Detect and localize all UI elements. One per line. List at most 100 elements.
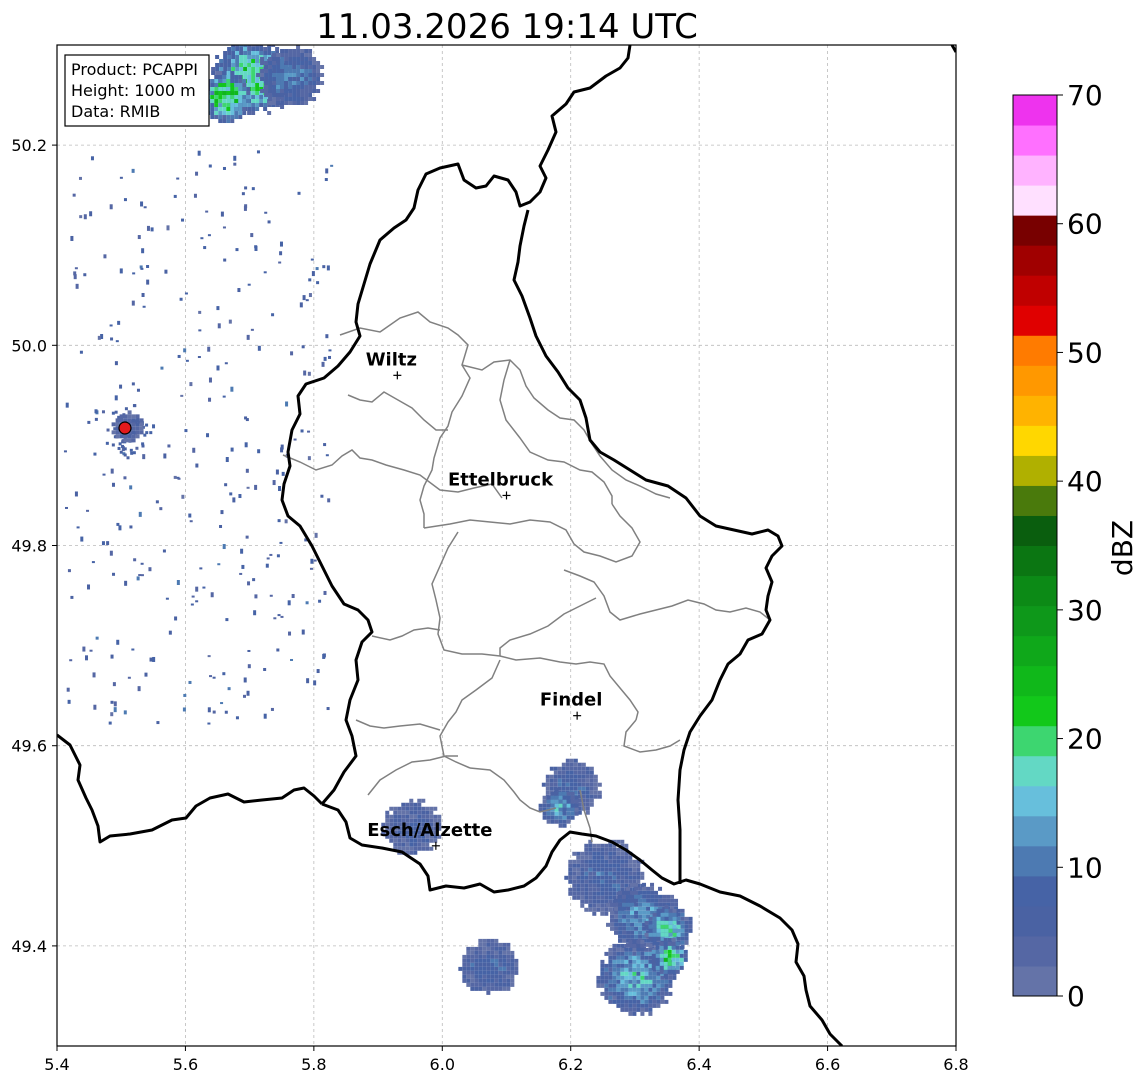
echo-pixel <box>231 58 236 63</box>
speckle-pixel <box>301 345 305 349</box>
echo-pixel <box>670 902 675 907</box>
speckle-pixel <box>271 313 275 317</box>
echo-pixel <box>684 932 689 937</box>
echo-pixel <box>546 815 551 820</box>
echo-pixel <box>652 971 657 976</box>
echo-pixel <box>557 770 562 775</box>
echo-pixel <box>636 1007 641 1012</box>
echo-pixel <box>644 951 649 956</box>
echo-pixel <box>608 971 613 976</box>
echo-pixel <box>304 73 309 77</box>
echo-pixel <box>506 954 511 959</box>
x-tick-label: 5.4 <box>44 1055 69 1074</box>
echo-pixel <box>634 902 639 907</box>
echo-pixel <box>585 806 590 811</box>
echo-pixel <box>131 422 136 427</box>
echo-pixel <box>580 899 585 904</box>
echo-pixel <box>608 875 613 880</box>
echo-pixel <box>247 102 252 107</box>
echo-pixel <box>671 965 676 970</box>
echo-pixel <box>667 937 672 942</box>
echo-pixel <box>624 967 629 972</box>
echo-pixel <box>549 766 554 771</box>
speckle-pixel <box>239 572 243 575</box>
echo-pixel <box>550 799 555 804</box>
echo-pixel <box>247 54 252 59</box>
echo-pixel <box>618 922 623 927</box>
speckle-pixel <box>269 594 273 597</box>
speckle-pixel <box>79 350 83 354</box>
echo-pixel <box>636 871 641 876</box>
echo-pixel <box>259 98 264 103</box>
speckle-pixel <box>150 227 154 232</box>
echo-pixel <box>646 910 651 915</box>
echo-pixel <box>478 970 483 975</box>
echo-pixel <box>135 426 140 431</box>
echo-pixel <box>222 91 227 96</box>
echo-pixel <box>214 115 219 120</box>
echo-pixel <box>584 895 589 900</box>
echo-pixel <box>668 912 673 917</box>
echo-pixel <box>259 94 264 99</box>
echo-pixel <box>588 899 593 904</box>
echo-pixel <box>234 83 239 88</box>
echo-pixel <box>670 894 675 899</box>
echo-pixel <box>272 97 277 101</box>
echo-pixel <box>486 978 491 983</box>
speckle-pixel <box>316 281 320 285</box>
speckle-pixel <box>167 444 171 448</box>
speckle-pixel <box>149 431 153 435</box>
speckle-pixel <box>103 254 107 259</box>
speckle-pixel <box>164 269 168 274</box>
echo-pixel <box>620 987 625 992</box>
echo-pixel <box>210 95 215 100</box>
echo-pixel <box>596 899 601 904</box>
echo-pixel <box>589 782 594 787</box>
echo-pixel <box>276 89 281 93</box>
echo-pixel <box>675 961 680 966</box>
echo-pixel <box>239 50 244 55</box>
echo-pixel <box>644 955 649 960</box>
echo-pixel <box>222 107 227 112</box>
echo-pixel <box>486 942 491 947</box>
echo-pixel <box>470 950 475 955</box>
speckle-pixel <box>308 278 312 282</box>
echo-pixel <box>478 982 483 987</box>
echo-pixel <box>312 81 317 85</box>
speckle-pixel <box>144 672 148 677</box>
echo-pixel <box>255 58 260 63</box>
echo-pixel <box>672 975 677 980</box>
echo-pixel <box>622 902 627 907</box>
echo-pixel <box>632 1003 637 1008</box>
echo-pixel <box>557 766 562 771</box>
echo-pixel <box>618 926 623 931</box>
speckle-pixel <box>235 716 239 720</box>
echo-pixel <box>600 971 605 976</box>
echo-pixel <box>550 795 555 800</box>
echo-pixel <box>644 947 649 952</box>
map-area[interactable]: WiltzEttelbruckFindelEsch/Alzette <box>57 39 956 1046</box>
echo-pixel <box>222 103 227 108</box>
echo-pixel <box>624 859 629 864</box>
echo-pixel <box>640 971 645 976</box>
speckle-pixel <box>116 639 120 645</box>
echo-pixel <box>238 75 243 80</box>
map-title: 11.03.2026 19:14 UTC <box>316 7 698 47</box>
echo-pixel <box>409 810 414 815</box>
colorbar-tick-label: 0 <box>1067 980 1085 1013</box>
echo-pixel <box>664 904 669 909</box>
echo-pixel <box>632 1011 637 1016</box>
speckle-pixel <box>222 672 226 676</box>
echo-pixel <box>584 855 589 860</box>
echo-pixel <box>652 979 657 984</box>
echo-pixel <box>482 954 487 959</box>
speckle-pixel <box>82 646 86 652</box>
echo-pixel <box>596 883 601 888</box>
radar-site-marker[interactable] <box>118 421 132 435</box>
echo-pixel <box>573 758 578 763</box>
echo-pixel <box>672 916 677 921</box>
echo-pixel <box>296 61 301 65</box>
echo-pixel <box>636 955 641 960</box>
echo-pixel <box>425 810 430 815</box>
echo-pixel <box>650 894 655 899</box>
